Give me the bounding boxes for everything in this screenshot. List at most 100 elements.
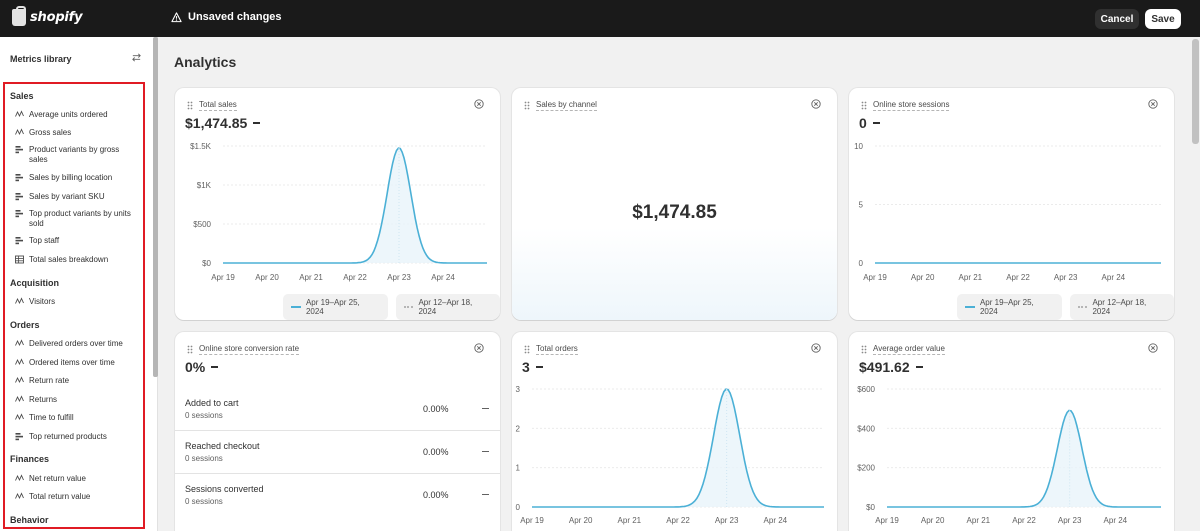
swap-icon[interactable] bbox=[131, 52, 142, 63]
metric-item[interactable]: Returns bbox=[15, 395, 140, 405]
legend-current[interactable]: Apr 19–Apr 25, 2024 bbox=[957, 294, 1062, 320]
unsaved-changes-indicator: Unsaved changes bbox=[171, 11, 282, 23]
metric-value: 0% bbox=[185, 359, 219, 375]
x-tick-label: Apr 22 bbox=[1012, 516, 1036, 525]
conversion-step-name: Reached checkout bbox=[185, 441, 260, 451]
shopify-bag-icon bbox=[12, 6, 26, 26]
card-header: Sales by channel bbox=[524, 100, 597, 111]
x-tick-label: Apr 19 bbox=[875, 516, 899, 525]
metric-item-label: Net return value bbox=[29, 474, 86, 483]
conversion-row: Added to cart 0 sessions 0.00% bbox=[175, 388, 500, 431]
metric-item[interactable]: Visitors bbox=[15, 297, 140, 307]
metric-item-label: Gross sales bbox=[29, 128, 72, 137]
x-tick-label: Apr 20 bbox=[921, 516, 945, 525]
remove-icon[interactable] bbox=[811, 99, 821, 109]
y-tick-label: 0 bbox=[859, 259, 864, 268]
metric-item[interactable]: Gross sales bbox=[15, 128, 140, 138]
x-tick-label: Apr 23 bbox=[1058, 516, 1082, 525]
metric-item[interactable]: Net return value bbox=[15, 474, 140, 484]
line-chart-icon bbox=[15, 297, 24, 305]
logo-text: shopify bbox=[30, 10, 83, 25]
section-title-orders: Orders bbox=[10, 320, 40, 330]
total-sales-card[interactable]: Total sales $1,474.85 $0 $500 $1K $1.5K Apr … bbox=[175, 88, 500, 320]
metric-item[interactable]: Average units ordered bbox=[15, 110, 140, 120]
series-line bbox=[532, 388, 824, 508]
y-tick-label: $600 bbox=[857, 385, 875, 394]
series-area bbox=[532, 389, 824, 507]
y-tick-label: $200 bbox=[857, 464, 875, 473]
line-chart-icon bbox=[15, 339, 24, 347]
metric-item-label: Time to fulfill bbox=[29, 413, 74, 422]
metric-item-label: Top staff bbox=[29, 236, 60, 245]
main-scrollbar-thumb[interactable] bbox=[1192, 39, 1199, 144]
line-chart-icon bbox=[15, 492, 24, 500]
series-area bbox=[223, 148, 487, 263]
metric-value-text: 0% bbox=[185, 359, 206, 375]
bar-list-icon bbox=[15, 174, 23, 182]
y-tick-label: $1.5K bbox=[190, 142, 212, 151]
legend-previous[interactable]: Apr 12–Apr 18, 2024 bbox=[1069, 294, 1174, 320]
card-title[interactable]: Online store conversion rate bbox=[199, 344, 300, 355]
remove-icon[interactable] bbox=[474, 343, 484, 353]
legend-previous-swatch bbox=[403, 306, 414, 308]
online-sessions-card[interactable]: Online store sessions 0 0 5 10 Apr 19 Apr 20… bbox=[849, 88, 1174, 320]
line-chart-icon bbox=[15, 358, 24, 366]
channel-total-value: $1,474.85 bbox=[632, 202, 717, 223]
line-chart-icon bbox=[15, 376, 24, 384]
metric-item[interactable]: Return rate bbox=[15, 376, 140, 386]
card-title[interactable]: Sales by channel bbox=[536, 100, 597, 111]
sales-by-channel-card[interactable]: Sales by channel $1,474.85 bbox=[512, 88, 837, 320]
metric-item[interactable]: Top staff bbox=[15, 236, 140, 246]
section-title-acquisition: Acquisition bbox=[10, 278, 59, 288]
legend-previous[interactable]: Apr 12–Apr 18, 2024 bbox=[395, 294, 500, 320]
metric-item[interactable]: Sales by billing location bbox=[15, 173, 140, 183]
legend-previous-label: Apr 12–Apr 18, 2024 bbox=[418, 298, 473, 316]
shopify-logo[interactable]: shopify bbox=[12, 6, 83, 26]
metric-item[interactable]: Total return value bbox=[15, 492, 140, 502]
sidebar-title: Metrics library bbox=[10, 54, 72, 64]
conversion-row: Sessions converted 0 sessions 0.00% bbox=[175, 474, 500, 517]
comparison-dash bbox=[482, 408, 489, 409]
metric-item[interactable]: Delivered orders over time bbox=[15, 339, 140, 349]
x-tick-label: Apr 19 bbox=[863, 273, 887, 282]
metric-item-label: Return rate bbox=[29, 376, 70, 385]
legend-current[interactable]: Apr 19–Apr 25, 2024 bbox=[283, 294, 388, 320]
metric-item[interactable]: Sales by variant SKU bbox=[15, 192, 140, 202]
x-tick-label: Apr 21 bbox=[299, 273, 323, 282]
drag-handle-icon[interactable] bbox=[187, 345, 193, 354]
total-orders-card[interactable]: Total orders 3 0 1 2 3 Apr 19 Apr 20 Apr 21 Apr… bbox=[512, 332, 837, 531]
legend-current-label: Apr 19–Apr 25, 2024 bbox=[979, 298, 1034, 316]
comparison-dash bbox=[211, 366, 219, 368]
average-order-value-chart: $0 $200 $400 $600 Apr 19 Apr 20 Apr 21 Apr 22 Ap… bbox=[857, 385, 1161, 525]
y-tick-label: $1K bbox=[197, 181, 212, 190]
metric-item-label: Product variants by gross sales bbox=[29, 145, 120, 164]
card-header: Online store conversion rate bbox=[187, 344, 300, 355]
metric-item[interactable]: Product variants by gross sales bbox=[15, 145, 140, 165]
metric-item-label: Returns bbox=[29, 395, 58, 404]
metric-item-label: Visitors bbox=[29, 297, 56, 306]
metric-item-label: Sales by billing location bbox=[29, 173, 113, 182]
metric-item[interactable]: Top product variants by units sold bbox=[15, 209, 140, 229]
bar-list-icon bbox=[15, 210, 23, 218]
metric-item-label: Delivered orders over time bbox=[29, 339, 123, 348]
x-tick-label: Apr 21 bbox=[618, 516, 642, 525]
x-tick-label: Apr 24 bbox=[1104, 516, 1128, 525]
cancel-button[interactable]: Cancel bbox=[1095, 9, 1139, 29]
legend-previous-swatch bbox=[1077, 306, 1088, 308]
legend-current-swatch bbox=[965, 306, 975, 308]
average-order-value-card[interactable]: Average order value $491.62 $0 $200 $400 $6… bbox=[849, 332, 1174, 531]
legend-previous-label: Apr 12–Apr 18, 2024 bbox=[1092, 298, 1147, 316]
section-title-sales: Sales bbox=[10, 91, 34, 101]
metric-item[interactable]: Top returned products bbox=[15, 432, 140, 442]
metric-item[interactable]: Ordered items over time bbox=[15, 358, 140, 368]
metric-item[interactable]: Total sales breakdown bbox=[15, 255, 140, 265]
unsaved-changes-text: Unsaved changes bbox=[188, 11, 282, 23]
drag-handle-icon[interactable] bbox=[524, 101, 530, 110]
x-tick-label: Apr 24 bbox=[1102, 273, 1126, 282]
metric-item[interactable]: Time to fulfill bbox=[15, 413, 140, 423]
conversion-rate-card[interactable]: Online store conversion rate 0% Added to… bbox=[175, 332, 500, 531]
save-button[interactable]: Save bbox=[1145, 9, 1181, 29]
y-tick-label: 1 bbox=[516, 464, 521, 473]
conversion-step-percent: 0.00% bbox=[423, 404, 449, 414]
sidebar-scrollbar[interactable] bbox=[153, 37, 158, 377]
